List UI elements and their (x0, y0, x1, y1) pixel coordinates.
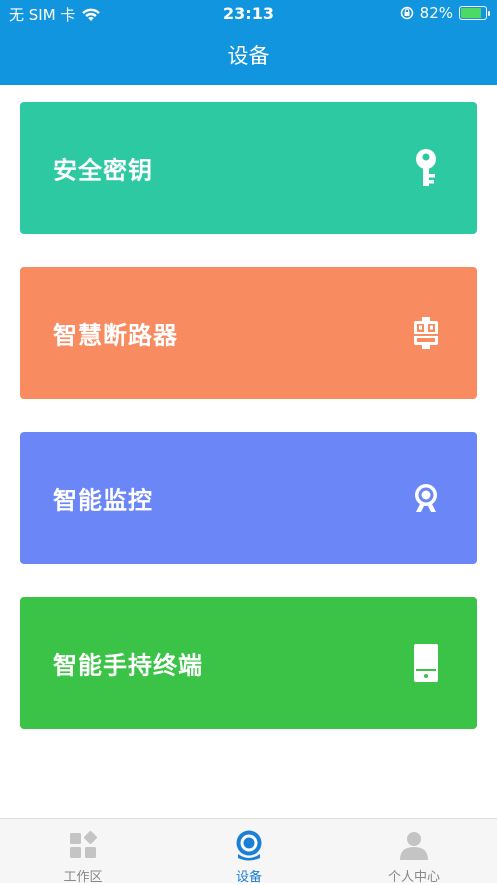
status-bar: 无 SIM 卡 23:13 82% (0, 0, 497, 28)
workspace-grid-icon (70, 831, 97, 858)
card-label: 智能监控 (53, 486, 153, 515)
tab-label: 个人中心 (387, 870, 440, 885)
battery-fill (461, 8, 481, 18)
tab-profile[interactable]: 个人中心 (331, 819, 497, 885)
page-title: 设备 (227, 44, 270, 68)
card-handheld-terminal[interactable]: 智能手持终端 (20, 597, 477, 729)
breaker-icon (413, 313, 439, 353)
device-list: 安全密钥 智慧断路器 智能监控 智能手持终端 (20, 102, 477, 762)
card-label: 安全密钥 (53, 156, 153, 185)
card-label: 智慧断路器 (53, 321, 178, 350)
tab-workspace[interactable]: 工作区 (0, 819, 166, 885)
device-camera-icon (236, 830, 262, 861)
battery-percent: 82% (419, 4, 453, 22)
card-smart-monitor[interactable]: 智能监控 (20, 432, 477, 564)
card-smart-breaker[interactable]: 智慧断路器 (20, 267, 477, 399)
app-header: 无 SIM 卡 23:13 82% 设备 (0, 0, 497, 85)
card-security-key[interactable]: 安全密钥 (20, 102, 477, 234)
battery-icon (459, 6, 490, 20)
card-label: 智能手持终端 (53, 651, 203, 680)
key-icon (413, 148, 439, 188)
tab-label: 设备 (235, 870, 262, 885)
status-right: 82% (400, 4, 490, 22)
handheld-terminal-icon (413, 643, 439, 683)
person-icon (400, 832, 428, 860)
tab-label: 工作区 (63, 870, 103, 885)
camera-icon (413, 478, 439, 518)
tab-devices[interactable]: 设备 (166, 819, 332, 885)
orientation-lock-icon (400, 6, 413, 20)
tab-bar: 工作区 设备 个人中心 (0, 818, 497, 885)
